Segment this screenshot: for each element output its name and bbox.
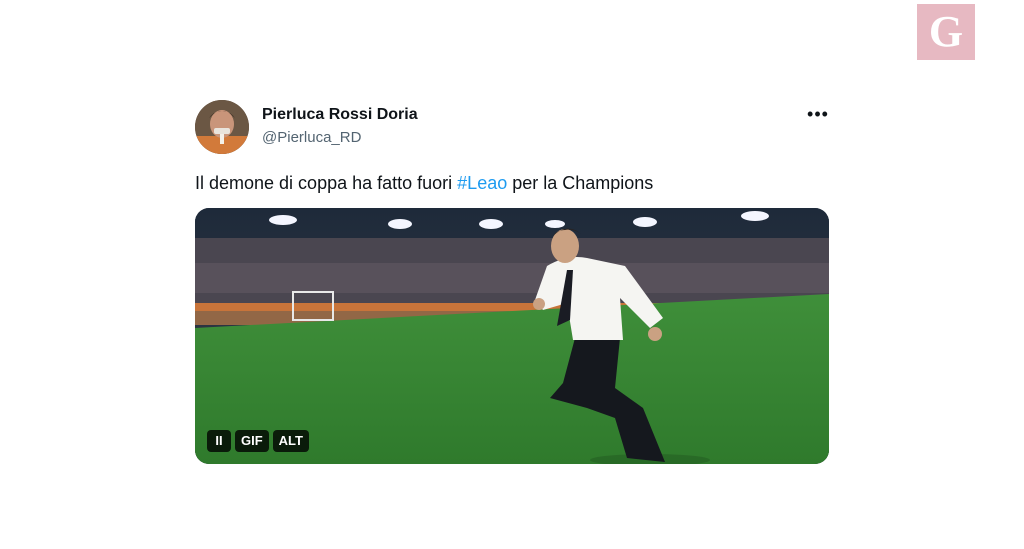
tweet-text: Il demone di coppa ha fatto fuori #Leao … (195, 173, 653, 194)
media-badges: II GIF ALT (207, 430, 309, 452)
alt-text-button[interactable]: ALT (272, 430, 309, 452)
more-horizontal-icon: ••• (807, 103, 829, 124)
brand-logo: G (917, 4, 975, 60)
brand-logo-letter: G (928, 7, 964, 56)
pause-button[interactable]: II (207, 430, 231, 452)
more-options-button[interactable]: ••• (805, 104, 831, 124)
author-name[interactable]: Pierluca Rossi Doria (262, 106, 418, 124)
tweet-text-after: per la Champions (507, 173, 654, 193)
tweet-text-before: Il demone di coppa ha fatto fuori (195, 173, 458, 193)
author-handle[interactable]: @Pierluca_RD (262, 129, 361, 146)
gif-badge: GIF (235, 430, 269, 452)
gif-media[interactable]: II GIF ALT (195, 208, 829, 464)
avatar[interactable] (195, 100, 249, 154)
stadium-scene (195, 208, 829, 464)
hashtag-link[interactable]: #Leao (457, 173, 507, 193)
pause-icon: II (215, 433, 223, 448)
